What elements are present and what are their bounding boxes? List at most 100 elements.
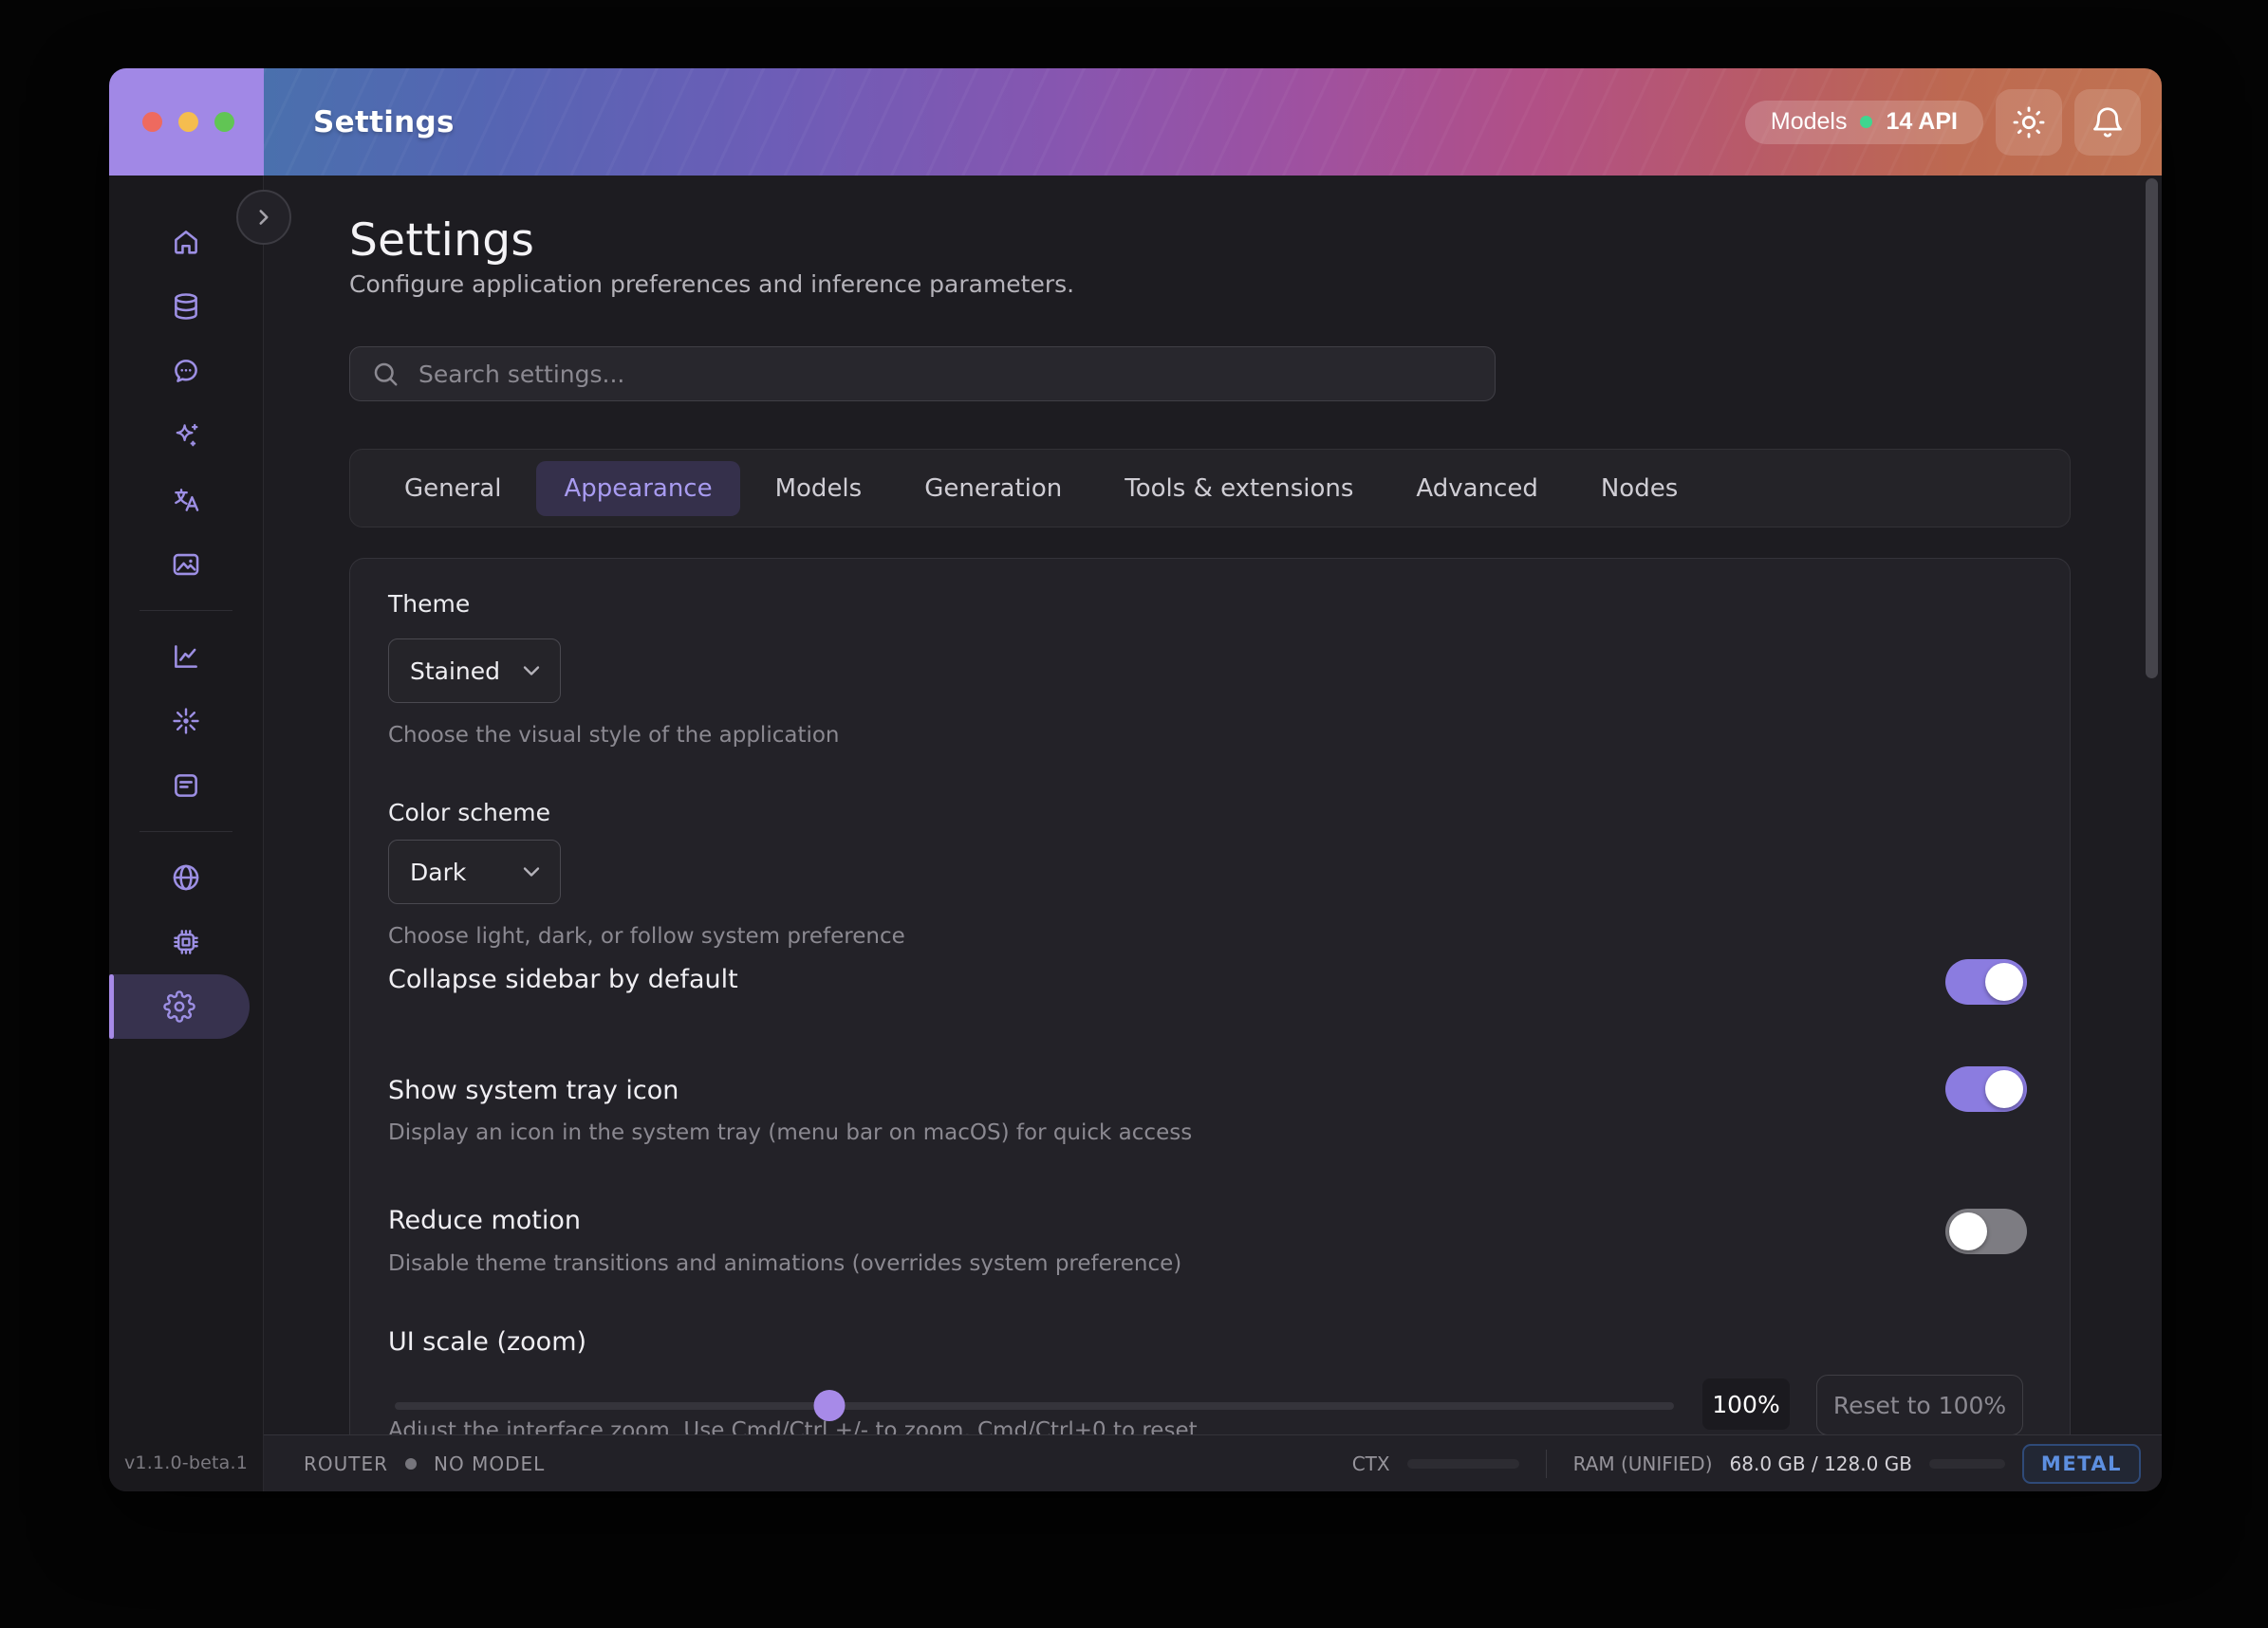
theme-select[interactable]: Stained <box>388 638 561 703</box>
ctx-label: CTX <box>1352 1452 1390 1475</box>
translate-icon <box>170 484 202 516</box>
sidebar-item-images[interactable] <box>109 532 263 597</box>
window-title: Settings <box>313 105 455 139</box>
notes-icon <box>170 769 202 802</box>
ram-meter <box>1929 1459 2005 1469</box>
burst-icon <box>170 705 202 737</box>
system-tray-help: Display an icon in the system tray (menu… <box>388 1120 1192 1145</box>
status-bar: ROUTER NO MODEL CTX RAM (UNIFIED) 68.0 G… <box>264 1434 2162 1491</box>
traffic-light-strip <box>109 68 264 176</box>
sparkles-icon <box>170 419 202 452</box>
gear-icon <box>163 990 195 1023</box>
chevron-down-icon <box>518 657 545 684</box>
sidebar-item-processing[interactable] <box>109 689 263 753</box>
ui-scale-value: 100% <box>1702 1378 1790 1430</box>
reset-scale-button[interactable]: Reset to 100% <box>1816 1375 2023 1434</box>
online-status-dot <box>1860 116 1872 128</box>
sidebar-item-chat[interactable] <box>109 339 263 403</box>
settings-page: Settings Configure application preferenc… <box>264 176 2162 1434</box>
titlebar: Settings Models 14 API <box>109 68 2162 176</box>
chip-icon <box>170 926 202 958</box>
sun-icon <box>2011 104 2047 140</box>
ui-scale-slider[interactable] <box>395 1402 1674 1410</box>
reduce-motion-toggle[interactable] <box>1945 1209 2027 1254</box>
reduce-motion-label: Reduce motion <box>388 1206 581 1235</box>
page-subtitle: Configure application preferences and in… <box>349 270 1074 298</box>
appearance-panel: Theme Stained Choose the visual style of… <box>349 558 2071 1434</box>
sidebar-item-database[interactable] <box>109 274 263 339</box>
ctx-meter <box>1407 1459 1519 1469</box>
theme-help: Choose the visual style of the applicati… <box>388 723 840 748</box>
statusbar-divider <box>1546 1450 1547 1478</box>
tab-generation[interactable]: Generation <box>897 461 1089 516</box>
sidebar-item-translate[interactable] <box>109 468 263 532</box>
color-scheme-label: Color scheme <box>388 799 550 826</box>
close-window-button[interactable] <box>142 112 162 132</box>
globe-icon <box>170 861 202 894</box>
settings-search <box>349 346 1496 401</box>
color-scheme-help: Choose light, dark, or follow system pre… <box>388 924 905 949</box>
tab-models[interactable]: Models <box>748 461 890 516</box>
ui-scale-slider-thumb[interactable] <box>814 1390 846 1421</box>
sidebar-item-network[interactable] <box>109 845 263 910</box>
theme-label: Theme <box>388 590 470 618</box>
reduce-motion-help: Disable theme transitions and animations… <box>388 1251 1181 1276</box>
toggle-knob <box>1985 963 2023 1001</box>
app-window: Settings Models 14 API <box>109 68 2162 1491</box>
minimize-window-button[interactable] <box>178 112 198 132</box>
sidebar-divider <box>139 610 232 611</box>
sidebar-item-sparkles[interactable] <box>109 403 263 468</box>
titlebar-gradient: Settings Models 14 API <box>264 68 2162 176</box>
tab-nodes[interactable]: Nodes <box>1573 461 1705 516</box>
notifications-button[interactable] <box>2074 89 2141 156</box>
chevron-right-icon <box>251 205 276 230</box>
tab-tools-extensions[interactable]: Tools & extensions <box>1097 461 1381 516</box>
sidebar-item-hardware[interactable] <box>109 910 263 974</box>
toggle-knob <box>1985 1070 2023 1108</box>
toggle-knob <box>1949 1212 1987 1250</box>
database-icon <box>170 290 202 323</box>
ram-label: RAM (UNIFIED) <box>1573 1452 1713 1475</box>
chevron-down-icon <box>518 859 545 885</box>
sidebar-item-settings[interactable] <box>109 974 250 1039</box>
titlebar-actions: Models 14 API <box>1745 68 2141 176</box>
ui-scale-help: Adjust the interface zoom. Use Cmd/Ctrl … <box>388 1418 1198 1434</box>
system-tray-label: Show system tray icon <box>388 1076 679 1105</box>
api-count-label: 14 API <box>1886 108 1958 136</box>
home-icon <box>170 226 202 258</box>
model-status-dot <box>405 1458 417 1470</box>
tab-advanced[interactable]: Advanced <box>1388 461 1565 516</box>
sidebar-collapse-button[interactable] <box>236 190 291 245</box>
zoom-window-button[interactable] <box>214 112 234 132</box>
models-pill-label: Models <box>1771 108 1848 136</box>
bell-icon <box>2090 104 2126 140</box>
backend-badge: METAL <box>2022 1444 2141 1484</box>
settings-tabs: General Appearance Models Generation Too… <box>349 449 2071 527</box>
models-status-pill[interactable]: Models 14 API <box>1745 101 1983 144</box>
sidebar-divider <box>139 831 232 832</box>
line-chart-icon <box>170 640 202 673</box>
sidebar-item-notes[interactable] <box>109 753 263 818</box>
image-icon <box>170 548 202 581</box>
tab-general[interactable]: General <box>377 461 529 516</box>
sidebar-item-metrics[interactable] <box>109 624 263 689</box>
color-scheme-select-value: Dark <box>410 859 466 886</box>
theme-brightness-button[interactable] <box>1996 89 2062 156</box>
search-input[interactable] <box>417 360 1474 389</box>
collapse-sidebar-toggle[interactable] <box>1945 959 2027 1005</box>
tab-appearance[interactable]: Appearance <box>536 461 739 516</box>
chat-bubble-icon <box>170 355 202 387</box>
system-tray-toggle[interactable] <box>1945 1066 2027 1112</box>
scrollbar-thumb[interactable] <box>2146 178 2158 678</box>
search-icon <box>371 360 400 388</box>
model-status-label: NO MODEL <box>434 1452 545 1475</box>
app-version-label: v1.1.0-beta.1 <box>109 1434 263 1491</box>
sidebar: v1.1.0-beta.1 <box>109 176 264 1491</box>
ui-scale-label: UI scale (zoom) <box>388 1327 586 1357</box>
collapse-sidebar-label: Collapse sidebar by default <box>388 965 738 994</box>
page-title: Settings <box>349 214 534 267</box>
theme-select-value: Stained <box>410 657 500 685</box>
ram-value: 68.0 GB / 128.0 GB <box>1730 1452 1912 1475</box>
color-scheme-select[interactable]: Dark <box>388 840 561 904</box>
router-label: ROUTER <box>304 1452 388 1475</box>
